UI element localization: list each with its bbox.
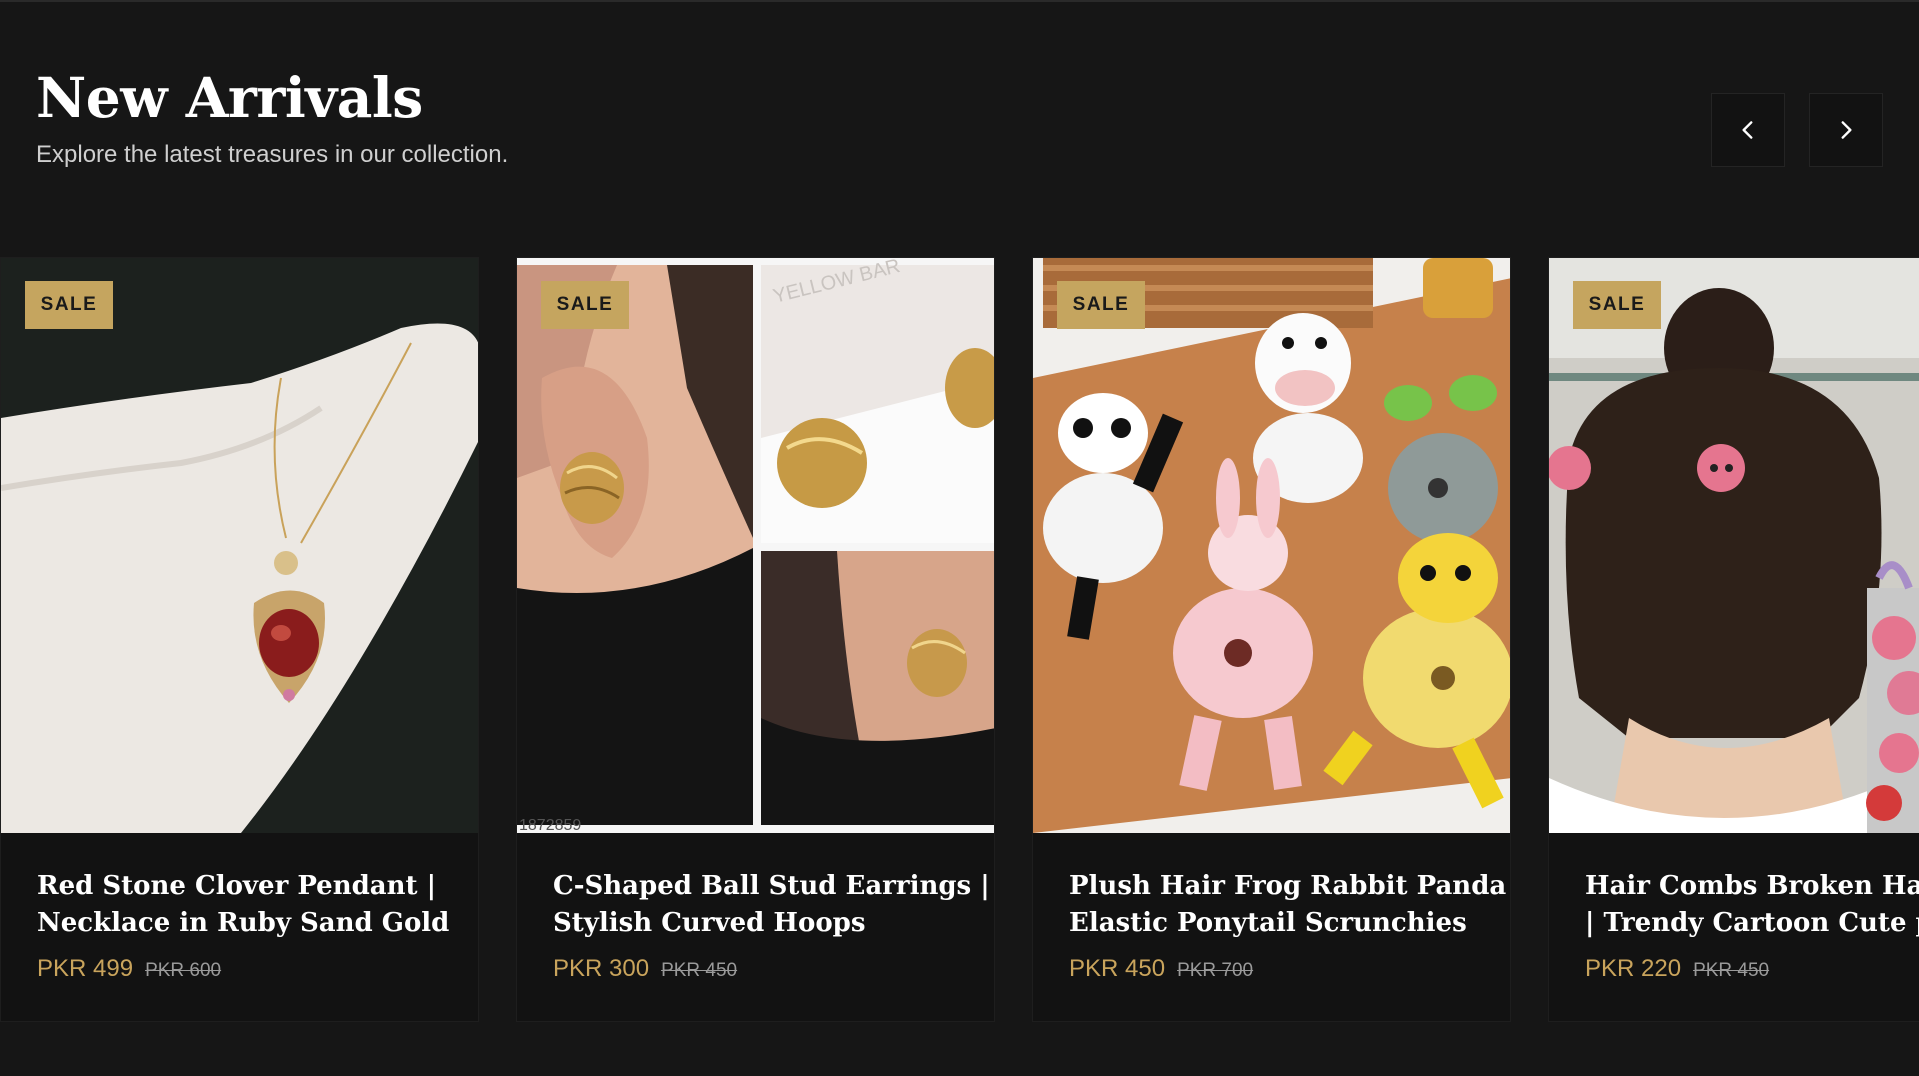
product-image[interactable]: YELLOW BAR 1872859 SALE — [517, 258, 994, 833]
product-card[interactable]: SALE Plush Hair Frog Rabbit Panda Elasti… — [1032, 257, 1511, 1022]
product-image[interactable]: SALE — [1, 258, 478, 833]
product-image[interactable]: SALE — [1033, 258, 1510, 833]
product-card[interactable]: SALE Hair Combs Broken Hair C | Trendy C… — [1548, 257, 1919, 1022]
product-carousel[interactable]: SALE Red Stone Clover Pendant | Necklace… — [0, 257, 1919, 1022]
carousel-prev-button[interactable] — [1711, 93, 1785, 167]
product-title[interactable]: Red Stone Clover Pendant | Necklace in R… — [37, 868, 467, 942]
original-price: PKR 700 — [1177, 960, 1254, 981]
product-title[interactable]: C-Shaped Ball Stud Earrings | Stylish Cu… — [553, 868, 990, 942]
product-price: PKR 300 PKR 450 — [553, 955, 737, 983]
section-title: New Arrivals — [36, 65, 423, 130]
carousel-next-button[interactable] — [1809, 93, 1883, 167]
product-title[interactable]: Plush Hair Frog Rabbit Panda Elastic Pon… — [1069, 868, 1506, 942]
sale-price: PKR 220 — [1585, 955, 1682, 982]
sale-badge: SALE — [1057, 281, 1145, 329]
sale-price: PKR 450 — [1069, 955, 1166, 982]
product-price: PKR 450 PKR 700 — [1069, 955, 1253, 983]
image-code-text: 1872859 — [519, 817, 581, 833]
product-card[interactable]: YELLOW BAR 1872859 SALE C-Shaped Ball St… — [516, 257, 995, 1022]
product-card[interactable]: SALE Red Stone Clover Pendant | Necklace… — [0, 257, 479, 1022]
chevron-left-icon — [1742, 121, 1753, 139]
sale-badge: SALE — [25, 281, 113, 329]
product-title[interactable]: Hair Combs Broken Hair C | Trendy Cartoo… — [1585, 868, 1919, 942]
product-price: PKR 499 PKR 600 — [37, 955, 221, 983]
top-divider — [0, 0, 1919, 2]
original-price: PKR 450 — [1693, 960, 1770, 981]
product-image[interactable]: SALE — [1549, 258, 1919, 833]
sale-badge: SALE — [1573, 281, 1661, 329]
original-price: PKR 450 — [661, 960, 738, 981]
product-price: PKR 220 PKR 450 — [1585, 955, 1769, 983]
sale-price: PKR 300 — [553, 955, 650, 982]
sale-price: PKR 499 — [37, 955, 134, 982]
chevron-right-icon — [1841, 121, 1852, 139]
section-subtitle: Explore the latest treasures in our coll… — [36, 141, 509, 168]
section-header: New Arrivals Explore the latest treasure… — [36, 70, 508, 169]
original-price: PKR 600 — [145, 960, 222, 981]
sale-badge: SALE — [541, 281, 629, 329]
